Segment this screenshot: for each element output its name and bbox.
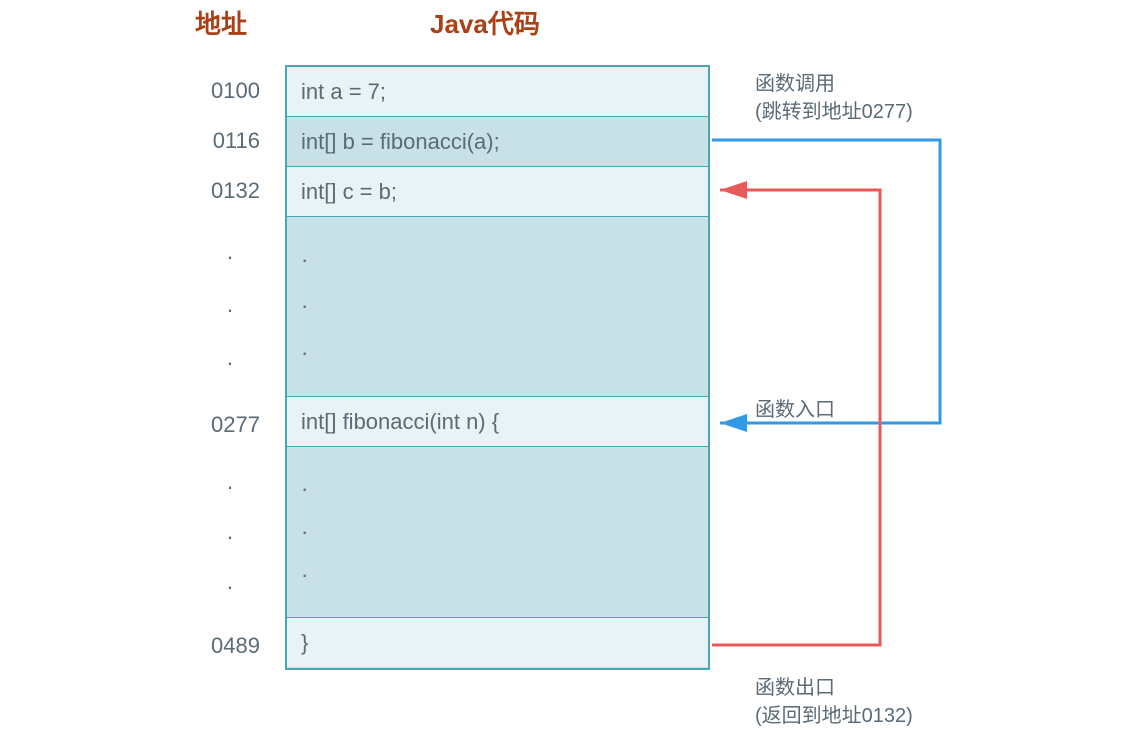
code-row: int[] b = fibonacci(a); [287,117,708,167]
address-dots: ··· [200,230,260,390]
code-gap: ··· [287,217,708,397]
code-gap: ··· [287,447,708,617]
header-java-code: Java代码 [430,4,540,41]
address-label: 0489 [200,633,260,659]
code-memory-box: int a = 7; int[] b = fibonacci(a); int[]… [285,65,710,670]
code-row: int[] c = b; [287,167,708,217]
code-row: int a = 7; [287,67,708,117]
arrow-call [712,140,940,423]
address-label: 0116 [200,128,260,154]
address-label: 0277 [200,412,260,438]
address-label: 0132 [200,178,260,204]
annotation-entry: 函数入口 [755,396,835,424]
code-row: } [287,617,708,667]
address-label: 0100 [200,78,260,104]
annotation-exit: 函数出口 (返回到地址0132) [755,674,913,730]
annotation-call: 函数调用 (跳转到地址0277) [755,70,913,126]
code-row: int[] fibonacci(int n) { [287,397,708,447]
header-address: 地址 [195,4,247,41]
address-dots: ··· [200,462,260,612]
